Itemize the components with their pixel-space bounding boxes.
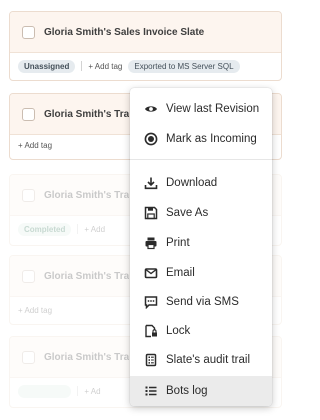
card-title[interactable]: Gloria Smith's Tra [44,109,129,120]
add-tag-button[interactable]: + Add tag [88,62,122,71]
status-badge: Completed [18,222,72,236]
select-checkbox[interactable] [22,269,35,283]
printer-icon [144,236,158,250]
card-title[interactable]: Gloria Smith's Sales Invoice Slate [44,27,204,38]
menu-item-save-as[interactable]: Save As [130,199,272,227]
divider [77,224,79,234]
menu-item-label: Email [166,267,195,279]
card-title[interactable]: Gloria Smith's Tra [44,190,129,201]
menu-item-label: View last Revision [166,103,260,115]
select-checkbox[interactable] [22,350,35,364]
target-circle-icon [144,132,158,146]
select-checkbox[interactable] [22,25,35,39]
divider [81,61,83,71]
slate-card[interactable]: Gloria Smith's Sales Invoice Slate Unass… [9,11,282,81]
card-footer: Unassigned + Add tag Exported to MS Serv… [10,53,281,79]
menu-item-label: Lock [166,325,191,337]
menu-item-label: Save As [166,207,209,219]
menu-item-label: Download [166,177,218,189]
menu-item-print[interactable]: Print [130,229,272,257]
add-tag-button[interactable]: + Add tag [18,141,52,150]
audit-list-icon [144,353,158,367]
menu-item-label: Bots log [166,385,208,397]
lock-document-icon [144,324,158,338]
download-icon [144,176,158,190]
menu-item-label: Mark as Incoming [166,133,257,145]
menu-item-label: Slate's audit trail [166,354,251,366]
context-menu: View last Revision Mark as Incoming Down… [130,88,272,406]
card-header: Gloria Smith's Sales Invoice Slate [10,12,281,53]
menu-item-download[interactable]: Download [130,169,272,197]
add-tag-button[interactable]: + Ad [84,387,100,396]
divider [77,386,79,396]
menu-divider [130,159,272,160]
menu-item-mark-as-incoming[interactable]: Mark as Incoming [130,125,272,153]
status-badge: Completed [18,384,72,398]
export-badge: Exported to MS Server SQL [128,59,240,73]
menu-item-email[interactable]: Email [130,259,272,287]
list-icon [144,384,158,398]
status-badge: Unassigned [18,59,76,73]
menu-item-bots-log[interactable]: Bots log [130,376,272,406]
select-checkbox[interactable] [22,107,35,121]
select-checkbox[interactable] [22,188,35,202]
card-title[interactable]: Gloria Smith's Tra [44,352,129,363]
menu-item-audit-trail[interactable]: Slate's audit trail [130,346,272,374]
card-title[interactable]: Gloria Smith's Tra [44,271,129,282]
menu-item-lock[interactable]: Lock [130,317,272,345]
floppy-disk-icon [144,206,158,220]
add-tag-button[interactable]: + Add [84,225,105,234]
eye-icon [144,102,158,116]
menu-item-view-last-revision[interactable]: View last Revision [130,95,272,123]
menu-item-send-via-sms[interactable]: Send via SMS [130,288,272,316]
chat-bubble-icon [144,295,158,309]
envelope-icon [144,266,158,280]
menu-item-label: Send via SMS [166,296,239,308]
menu-item-label: Print [166,237,190,249]
add-tag-button[interactable]: + Add tag [18,306,52,315]
